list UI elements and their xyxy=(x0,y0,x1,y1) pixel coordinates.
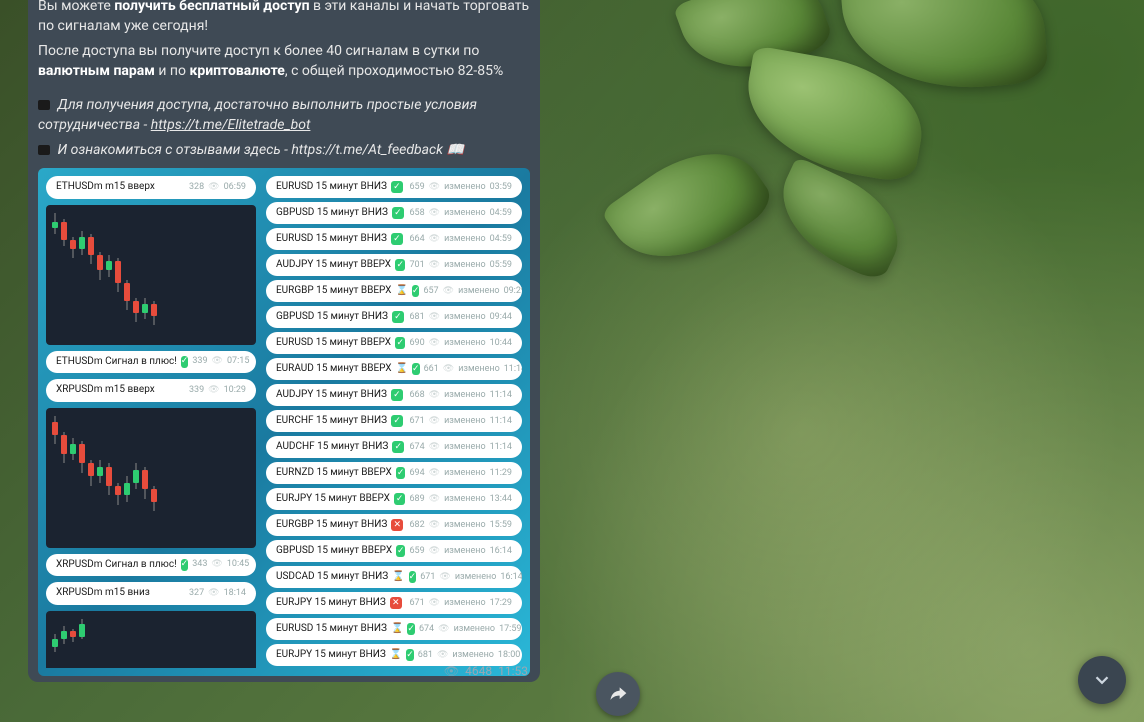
chart-caption-chip: ETHUSDm Сигнал в плюс!✓33907:15 xyxy=(46,351,256,374)
signal-row: GBPUSD 15 минут ВВЕРХ✓659изменено16:14 xyxy=(266,540,522,562)
check-icon: ✓ xyxy=(392,207,404,219)
signal-row: EURCHF 15 минут ВНИЗ✓671изменено11:14 xyxy=(266,410,522,432)
views-icon xyxy=(429,207,440,220)
bot-link[interactable]: https://t.me/Elitetrade_bot xyxy=(151,117,311,133)
signal-row: EURGBP 15 минут ВНИЗ✕682изменено15:59 xyxy=(266,514,522,536)
chart-caption-chip: XRPUSDm Сигнал в плюс!✓34310:45 xyxy=(46,554,256,577)
views-icon xyxy=(429,337,440,350)
views-icon xyxy=(429,441,440,454)
check-icon: ✓ xyxy=(396,467,406,479)
signal-row: EURNZD 15 минут ВВЕРХ✓694изменено11:29 xyxy=(266,462,522,484)
hourglass-icon xyxy=(392,570,404,585)
views-icon xyxy=(429,233,440,246)
message-column: Вы можете получить бесплатный доступ в э… xyxy=(0,0,550,722)
views-count: 4648 xyxy=(465,663,492,680)
signal-row: AUDCHF 15 минут ВНИЗ✓674изменено11:14 xyxy=(266,436,522,458)
views-icon xyxy=(429,545,440,558)
views-icon xyxy=(439,571,450,584)
check-icon: ✓ xyxy=(406,649,414,661)
signal-row: AUDJPY 15 минут ВНИЗ✓668изменено11:14 xyxy=(266,384,522,406)
check-icon: ✓ xyxy=(391,233,403,245)
check-icon: ✓ xyxy=(412,363,420,375)
message-footer: 4648 11:53 xyxy=(444,663,528,680)
signal-row: EURJPY 15 минут ВВЕРХ✓689изменено13:44 xyxy=(266,488,522,510)
cross-icon: ✕ xyxy=(391,519,403,531)
check-icon: ✓ xyxy=(407,623,415,635)
views-icon xyxy=(429,467,440,480)
bullet-icon xyxy=(38,145,50,155)
views-icon xyxy=(443,363,454,376)
views-icon xyxy=(444,663,459,680)
message-bullet-2: И ознакомиться с отзывами здесь - https:… xyxy=(38,140,530,160)
views-icon xyxy=(429,311,440,324)
views-icon xyxy=(429,259,440,272)
views-icon xyxy=(443,285,454,298)
message-bullet-1: Для получения доступа, достаточно выполн… xyxy=(38,95,530,136)
check-icon: ✓ xyxy=(395,259,405,271)
views-icon xyxy=(429,181,440,194)
check-icon: ✓ xyxy=(391,389,403,401)
views-icon xyxy=(429,415,440,428)
check-icon: ✓ xyxy=(409,571,417,583)
message-line-1: Вы можете получить бесплатный доступ в э… xyxy=(38,0,530,37)
signal-row: EURAUD 15 минут ВВЕРХ✓661изменено11:14 xyxy=(266,358,522,380)
views-icon xyxy=(429,389,440,402)
signal-row: GBPUSD 15 минут ВНИЗ✓681изменено09:44 xyxy=(266,306,522,328)
views-icon xyxy=(437,649,448,662)
share-button[interactable] xyxy=(596,672,640,716)
chart-caption-chip: ETHUSDm m15 вверх32806:59 xyxy=(46,176,256,199)
candlestick-chart xyxy=(46,611,256,669)
check-icon: ✓ xyxy=(395,337,405,349)
signal-row: USDCAD 15 минут ВНИЗ✓671изменено16:14 xyxy=(266,566,522,588)
check-icon: ✓ xyxy=(394,493,406,505)
check-icon: ✓ xyxy=(392,441,404,453)
signal-row: EURUSD 15 минут ВНИЗ✓659изменено03:59 xyxy=(266,176,522,198)
views-icon xyxy=(429,597,440,610)
candlestick-chart xyxy=(46,408,256,548)
signal-row: GBPUSD 15 минут ВНИЗ✓658изменено04:59 xyxy=(266,202,522,224)
signal-row: EURUSD 15 минут ВНИЗ✓674изменено17:59 xyxy=(266,618,522,640)
signal-row: EURUSD 15 минут ВНИЗ✓664изменено04:59 xyxy=(266,228,522,250)
attached-media[interactable]: ETHUSDm m15 вверх32806:59 ETHUSDm Сигнал … xyxy=(38,168,530,676)
bullet-icon xyxy=(38,100,50,110)
message-bubble[interactable]: Вы можете получить бесплатный доступ в э… xyxy=(28,0,540,682)
candlestick-chart xyxy=(46,205,256,345)
hourglass-icon xyxy=(395,284,407,299)
check-icon: ✓ xyxy=(391,181,403,193)
scroll-down-button[interactable] xyxy=(1078,656,1126,704)
hourglass-icon xyxy=(391,622,403,637)
views-icon xyxy=(429,493,440,506)
share-icon xyxy=(608,684,628,704)
hourglass-icon xyxy=(396,362,408,377)
check-icon: ✓ xyxy=(391,415,403,427)
chart-caption-chip: XRPUSDm m15 вниз32718:14 xyxy=(46,582,256,605)
chart-caption-chip: XRPUSDm m15 вверх33910:29 xyxy=(46,379,256,402)
signal-row: AUDJPY 15 минут ВВЕРХ✓701изменено05:59 xyxy=(266,254,522,276)
message-line-2: После доступа вы получите доступ к более… xyxy=(38,41,530,82)
signal-row: EURUSD 15 минут ВВЕРХ✓690изменено10:44 xyxy=(266,332,522,354)
check-icon: ✓ xyxy=(412,285,420,297)
check-icon: ✓ xyxy=(392,311,404,323)
hourglass-icon xyxy=(390,648,402,663)
signal-row: EURJPY 15 минут ВНИЗ✕671изменено17:29 xyxy=(266,592,522,614)
views-icon xyxy=(438,623,449,636)
chevron-down-icon xyxy=(1091,669,1113,691)
check-icon: ✓ xyxy=(396,545,405,557)
signal-row: EURGBP 15 минут ВВЕРХ✓657изменено09:29 xyxy=(266,280,522,302)
message-time: 11:53 xyxy=(498,663,528,680)
views-icon xyxy=(429,519,440,532)
cross-icon: ✕ xyxy=(390,597,402,609)
